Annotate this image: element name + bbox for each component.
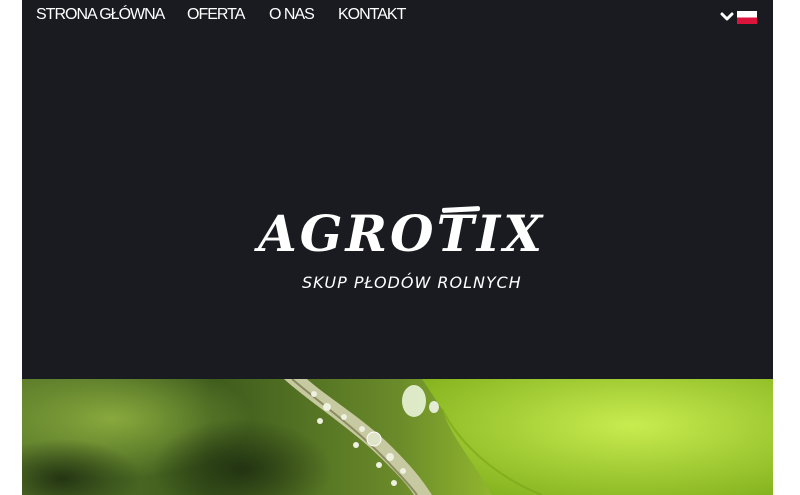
nav-item-offer[interactable]: OFERTA bbox=[187, 6, 245, 24]
nav-item-about[interactable]: O NAS bbox=[269, 6, 315, 24]
page-container: STRONA GŁÓWNA OFERTA O NAS KONTAKT AGROT… bbox=[22, 0, 773, 495]
nav-item-home[interactable]: STRONA GŁÓWNA bbox=[36, 6, 165, 24]
nav-item-contact[interactable]: KONTAKT bbox=[338, 6, 406, 24]
hero-image bbox=[22, 379, 773, 495]
logo-tagline: SKUP PŁODÓW ROLNYCH bbox=[302, 273, 522, 292]
language-selector[interactable] bbox=[720, 10, 757, 24]
chevron-down-icon bbox=[720, 12, 734, 22]
logo-wordmark: AGROTIX bbox=[258, 204, 545, 263]
agrotix-logo[interactable]: AGROTIX SKUP PŁODÓW ROLNYCH bbox=[258, 203, 543, 298]
main-navigation: STRONA GŁÓWNA OFERTA O NAS KONTAKT bbox=[22, 0, 773, 32]
poland-flag-icon bbox=[737, 10, 757, 24]
